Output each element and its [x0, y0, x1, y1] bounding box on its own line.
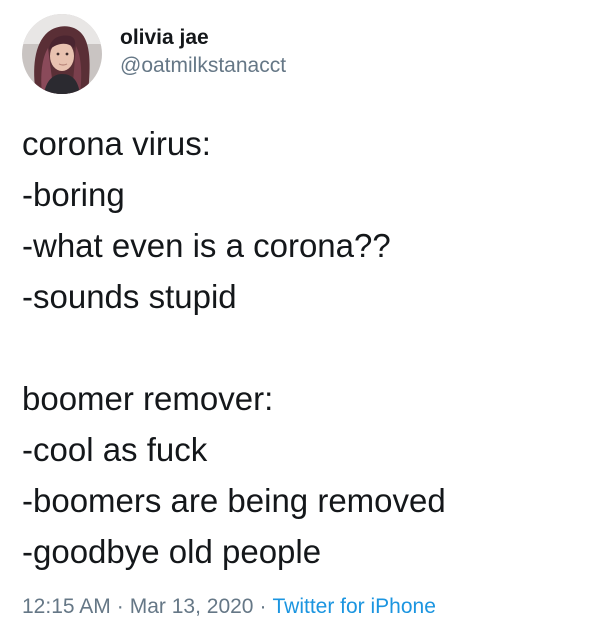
tweet-line: -boomers are being removed	[22, 482, 446, 519]
tweet-line: -sounds stupid	[22, 278, 237, 315]
display-name[interactable]: olivia jae	[120, 24, 286, 52]
tweet-line: -boring	[22, 176, 125, 213]
tweet-line: -cool as fuck	[22, 431, 208, 468]
separator: ·	[116, 595, 124, 618]
tweet-line: corona virus:	[22, 125, 211, 162]
user-handle[interactable]: @oatmilkstanacct	[120, 52, 286, 80]
tweet-date[interactable]: Mar 13, 2020	[130, 595, 254, 618]
tweet-card: olivia jae @oatmilkstanacct corona virus…	[0, 0, 600, 640]
tweet-text: corona virus: -boring -what even is a co…	[22, 118, 582, 577]
tweet-source-link[interactable]: Twitter for iPhone	[272, 595, 435, 618]
tweet-line: -what even is a corona??	[22, 227, 391, 264]
tweet-line: -goodbye old people	[22, 533, 322, 570]
author-names: olivia jae @oatmilkstanacct	[120, 24, 286, 80]
avatar[interactable]	[22, 14, 102, 94]
tweet-time[interactable]: 12:15 AM	[22, 595, 111, 618]
tweet-line: boomer remover:	[22, 380, 274, 417]
avatar-image	[22, 14, 102, 94]
tweet-header: olivia jae @oatmilkstanacct	[22, 14, 286, 98]
separator: ·	[259, 595, 267, 618]
tweet-metadata: 12:15 AM · Mar 13, 2020 · Twitter for iPhone	[22, 592, 436, 622]
